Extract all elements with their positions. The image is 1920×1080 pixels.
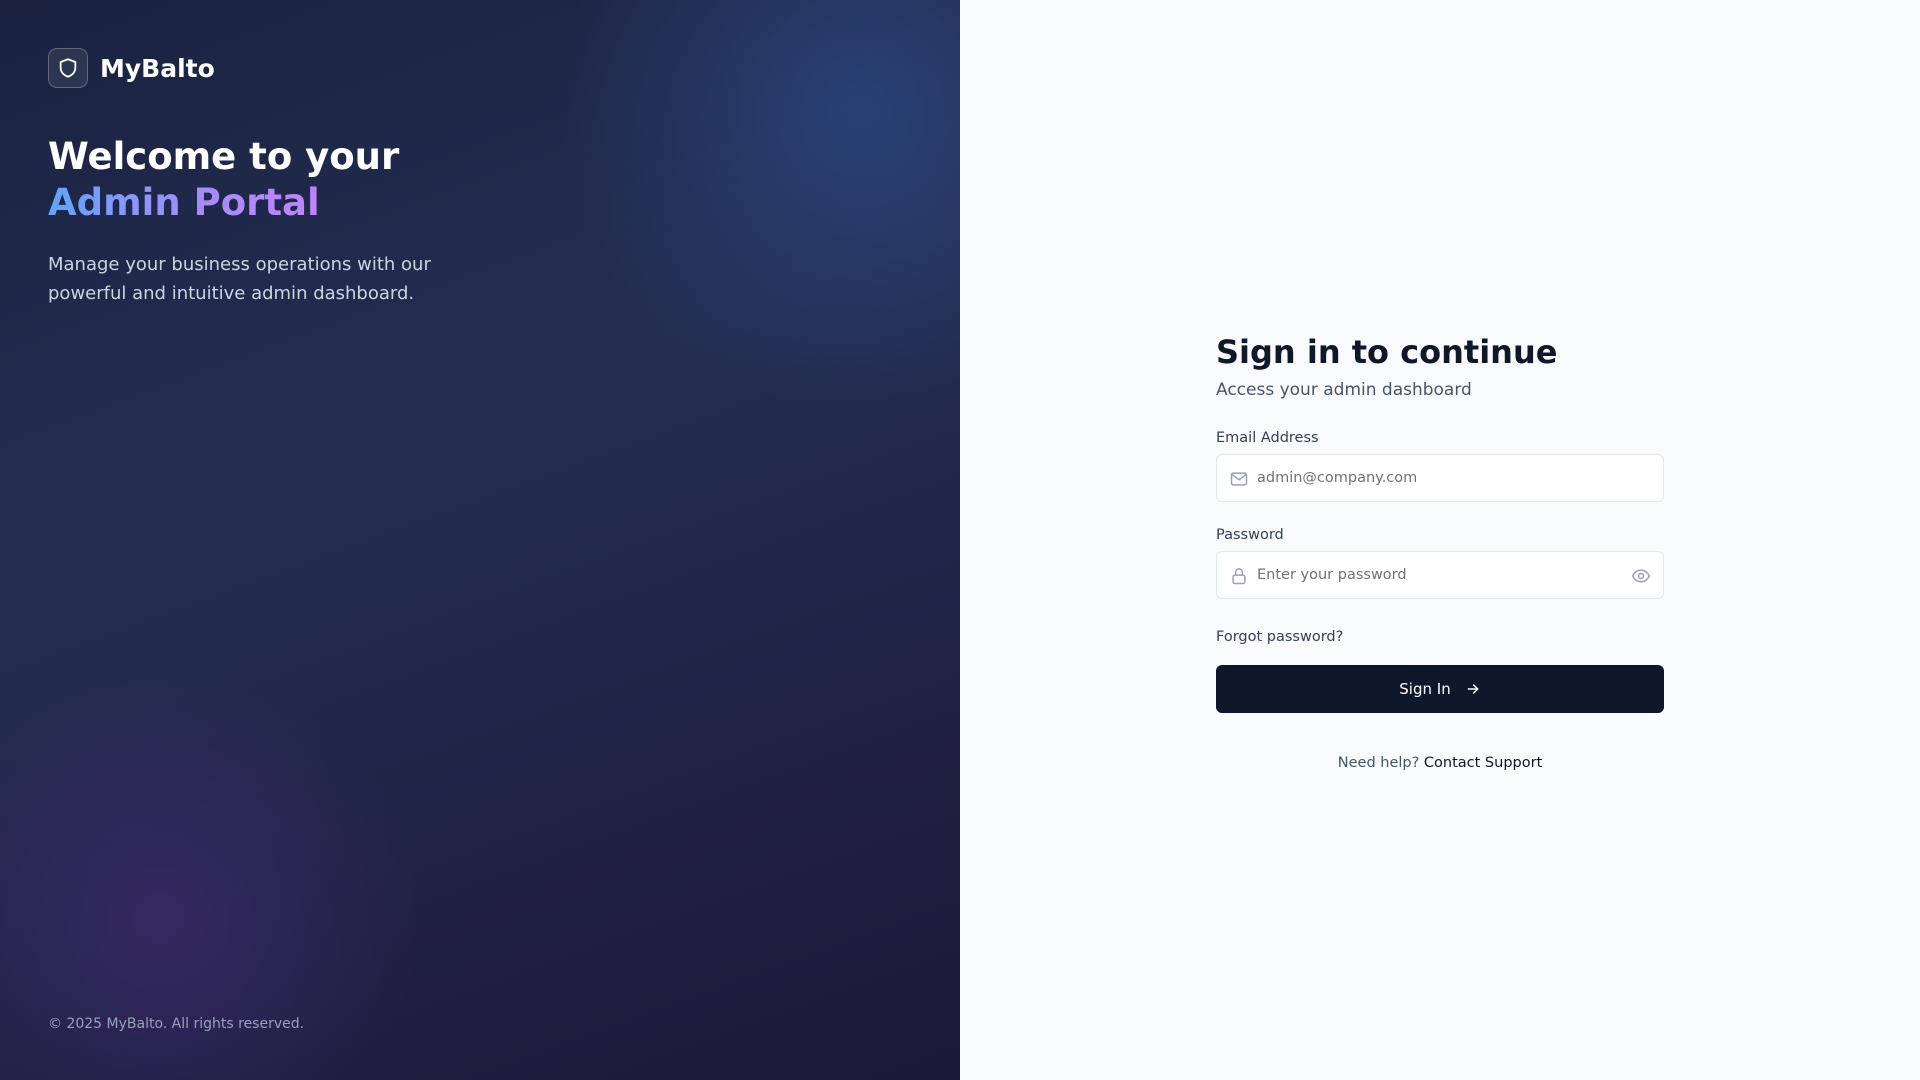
hero-subtitle: Manage your business operations with our… xyxy=(48,254,431,304)
help-text: Need help? Contact Support xyxy=(1216,755,1664,771)
lock-icon xyxy=(1232,568,1246,585)
help-prompt: Need help? xyxy=(1337,755,1420,771)
hero-title-highlight: Admin Portal xyxy=(48,181,320,224)
password-input[interactable] xyxy=(1217,552,1663,598)
branding-panel: MyBalto Welcome to your Admin Portal Man… xyxy=(0,0,960,1080)
hero-title-line1: Welcome to your xyxy=(48,135,400,178)
hero: Welcome to your Admin Portal Manage your… xyxy=(48,134,468,308)
mail-icon xyxy=(1230,472,1248,486)
shield-icon xyxy=(48,48,88,88)
sign-in-panel: Sign in to continue Access your admin da… xyxy=(960,0,1920,1080)
password-field-wrapper xyxy=(1216,551,1664,599)
password-label: Password xyxy=(1216,527,1284,543)
brand-name: MyBalto xyxy=(100,53,215,83)
email-input[interactable] xyxy=(1217,455,1663,501)
contact-support-link[interactable]: Contact Support xyxy=(1424,755,1542,771)
copyright: © 2025 MyBalto. All rights reserved. xyxy=(48,1016,305,1032)
email-field-wrapper xyxy=(1216,454,1664,502)
email-label: Email Address xyxy=(1216,430,1319,446)
form-title: Sign in to continue xyxy=(1216,333,1558,371)
form-subtitle: Access your admin dashboard xyxy=(1216,380,1472,400)
eye-icon[interactable] xyxy=(1631,566,1651,586)
forgot-password-link[interactable]: Forgot password? xyxy=(1216,629,1343,645)
sign-in-form: Sign in to continue Access your admin da… xyxy=(1216,332,1664,771)
arrow-right-icon xyxy=(1467,684,1479,694)
brand: MyBalto xyxy=(48,48,215,88)
sign-in-button[interactable]: Sign In xyxy=(1216,665,1664,713)
hero-title: Welcome to your Admin Portal xyxy=(48,134,468,226)
sign-in-button-label: Sign In xyxy=(1399,680,1451,698)
